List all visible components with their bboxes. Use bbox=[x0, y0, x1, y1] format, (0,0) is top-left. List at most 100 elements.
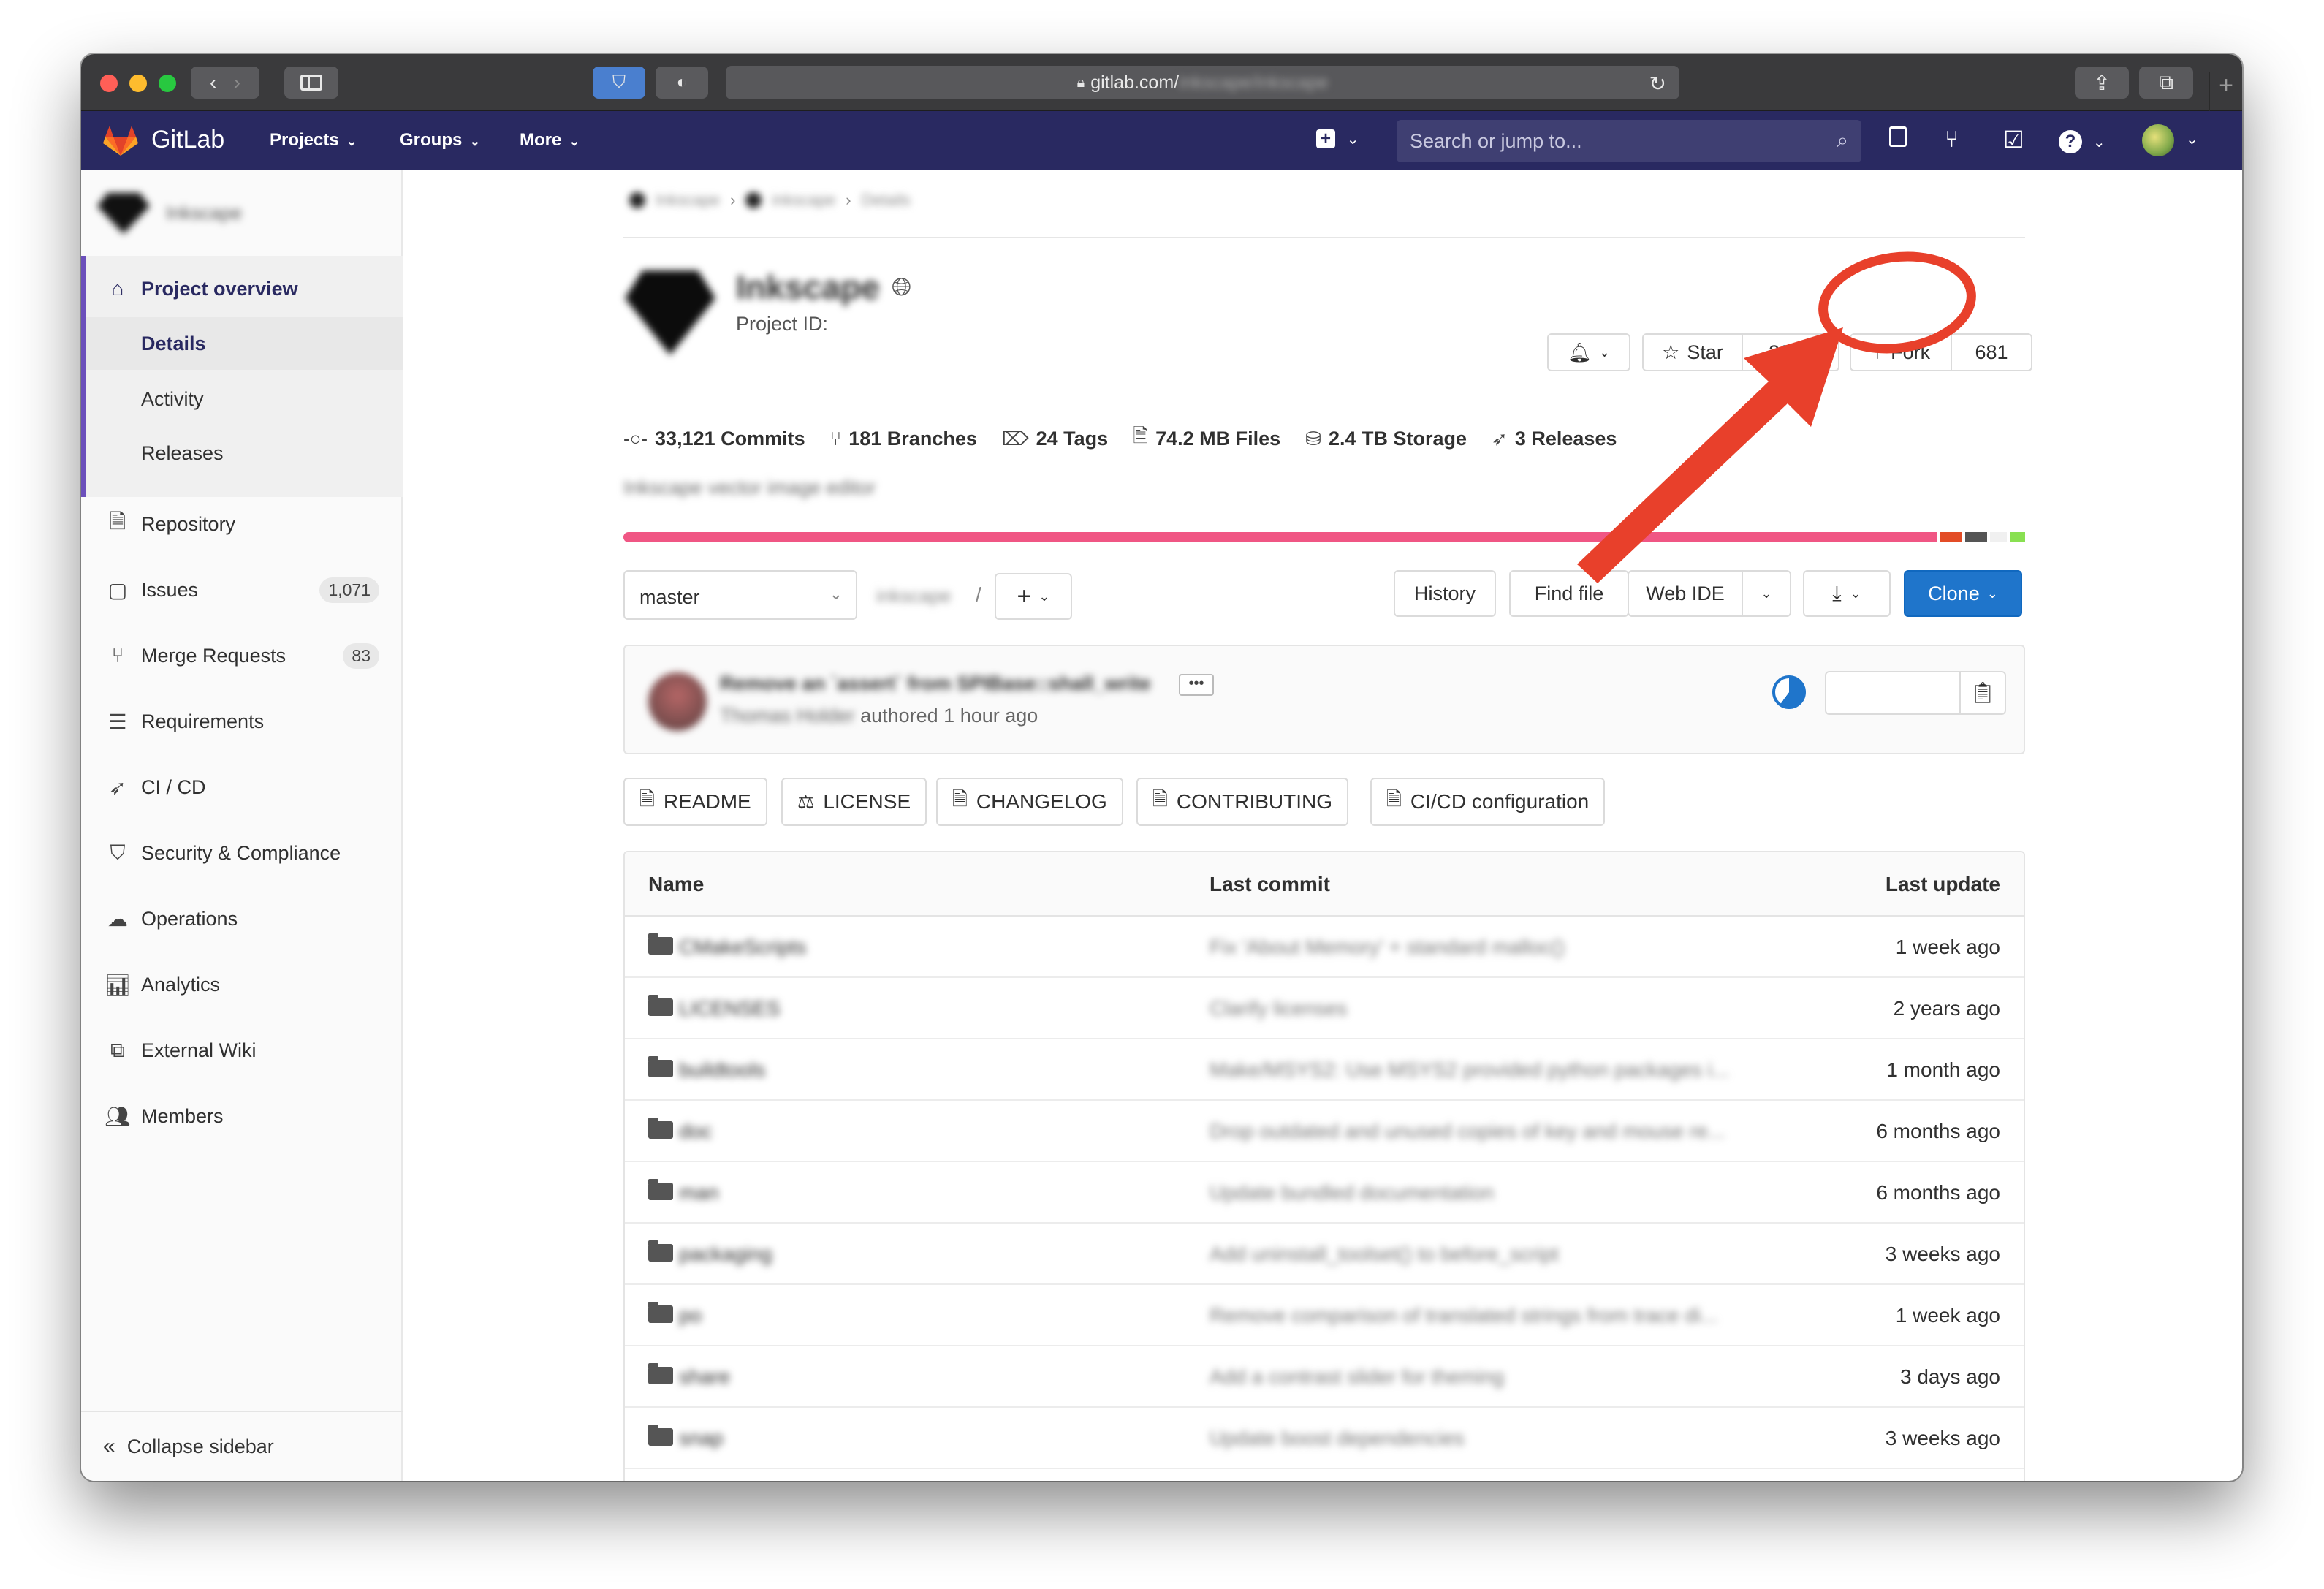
language-bar-segment[interactable] bbox=[1990, 532, 2008, 542]
pipeline-status-icon[interactable] bbox=[1772, 675, 1806, 709]
share-button[interactable]: ⇪ bbox=[2075, 67, 2129, 99]
language-bar-segment[interactable] bbox=[1940, 532, 1962, 542]
language-bar-segment[interactable] bbox=[2010, 532, 2025, 542]
sidebar-toggle-button[interactable] bbox=[284, 67, 338, 99]
sidebar-item-requirements[interactable]: ☰ Requirements bbox=[81, 696, 403, 747]
contributing-button[interactable]: 🗎︎ CONTRIBUTING bbox=[1136, 778, 1349, 826]
commit-author-name[interactable]: Thomas Holder bbox=[720, 705, 855, 727]
web-ide-button[interactable]: Web IDE bbox=[1629, 572, 1742, 615]
sidebar-item-operations[interactable]: ☁ Operations bbox=[81, 893, 403, 944]
new-item-dropdown[interactable]: + ⌄ bbox=[1316, 126, 1359, 149]
last-commit-link[interactable]: Clarify licenses bbox=[1210, 997, 1347, 1020]
file-name-link[interactable]: po bbox=[679, 1304, 702, 1327]
table-row[interactable]: share Add a contrast slider for theming 3 … bbox=[625, 1346, 2024, 1408]
file-name-link[interactable]: share bbox=[679, 1365, 730, 1389]
minimize-window-button[interactable] bbox=[129, 75, 147, 92]
file-name-link[interactable]: doc bbox=[679, 1120, 712, 1143]
last-commit-link[interactable]: Update bundled documentation bbox=[1210, 1181, 1494, 1205]
commit-title[interactable]: Remove an `assert` from SPIBase::shall_w… bbox=[720, 672, 1151, 695]
stat-branches[interactable]: ⑂ 181 Branches bbox=[830, 428, 977, 450]
history-button[interactable]: History bbox=[1394, 570, 1496, 617]
help-dropdown[interactable]: ? ⌄ bbox=[2059, 126, 2105, 153]
todos-icon[interactable]: ☑ bbox=[2003, 126, 2024, 153]
zoom-window-button[interactable] bbox=[159, 75, 176, 92]
file-name-link[interactable]: packaging bbox=[679, 1243, 772, 1266]
web-ide-dropdown[interactable]: ⌄ bbox=[1742, 572, 1790, 615]
commit-author-avatar[interactable] bbox=[648, 672, 707, 731]
last-commit-link[interactable]: Add a contrast slider for theming bbox=[1210, 1365, 1504, 1389]
last-commit-link[interactable]: Make/MSYS2: Use MSYS2 provided python pa… bbox=[1210, 1058, 1729, 1082]
table-row[interactable]: man Update bundled documentation 6 months … bbox=[625, 1162, 2024, 1224]
file-name-link[interactable]: snap bbox=[679, 1427, 724, 1450]
tabs-button[interactable]: ⧉ bbox=[2139, 67, 2193, 99]
sidebar-item-ci-cd[interactable]: ➶ CI / CD bbox=[81, 762, 403, 813]
language-bar[interactable] bbox=[623, 532, 2025, 542]
sidebar-item-merge-requests[interactable]: ⑂ Merge Requests 83 bbox=[81, 630, 403, 681]
nav-groups-dropdown[interactable]: Groups ⌄ bbox=[400, 130, 480, 151]
readme-button[interactable]: 🗎︎ README bbox=[623, 778, 767, 826]
repo-path[interactable]: inkscape bbox=[876, 585, 952, 607]
star-button[interactable]: ☆ Star bbox=[1644, 335, 1742, 370]
reload-icon[interactable]: ↻ bbox=[1649, 72, 1666, 96]
add-to-tree-dropdown[interactable]: + ⌄ bbox=[995, 573, 1072, 620]
web-ide-button-group[interactable]: Web IDE ⌄ bbox=[1628, 570, 1791, 617]
file-name-link[interactable]: LICENSES bbox=[679, 997, 781, 1020]
license-button[interactable]: ⚖ LICENSE bbox=[781, 778, 927, 826]
language-bar-segment[interactable] bbox=[1964, 532, 1988, 542]
sidebar-subitem-releases[interactable]: Releases bbox=[86, 427, 403, 479]
search-input[interactable]: Search or jump to... ⌕ bbox=[1397, 120, 1861, 162]
file-name-link[interactable]: man bbox=[679, 1181, 718, 1205]
nav-more-dropdown[interactable]: More ⌄ bbox=[520, 130, 580, 151]
url-bar[interactable]: 🔒︎ gitlab.com/ inkscape/inkscape ↻ bbox=[726, 66, 1679, 99]
file-name-link[interactable]: CMakeScripts bbox=[679, 936, 806, 959]
last-commit-link[interactable]: Update boost dependencies bbox=[1210, 1427, 1465, 1450]
commit-sha-field[interactable]: 📋︎ bbox=[1825, 671, 2006, 715]
table-row[interactable]: buildtools Make/MSYS2: Use MSYS2 provided… bbox=[625, 1039, 2024, 1101]
breadcrumb-item[interactable]: Inkscape bbox=[656, 191, 720, 210]
chevron-down-icon[interactable]: ⌄ bbox=[2186, 130, 2198, 148]
ci-cd-configuration-button[interactable]: 🗎︎ CI/CD configuration bbox=[1370, 778, 1606, 826]
issues-icon[interactable] bbox=[1889, 126, 1907, 153]
star-button-group[interactable]: ☆ Star 2035 bbox=[1642, 333, 1839, 371]
forward-icon[interactable]: › bbox=[234, 71, 240, 94]
notification-dropdown[interactable]: 🔔︎ ⌄ bbox=[1547, 333, 1630, 371]
gitlab-wordmark[interactable]: GitLab bbox=[151, 126, 224, 154]
merge-requests-icon[interactable]: ⑂ bbox=[1945, 126, 1959, 153]
last-commit-link[interactable]: Add uninstall_toolset() to before_script bbox=[1210, 1243, 1559, 1266]
table-row[interactable]: packaging Add uninstall_toolset() to befo… bbox=[625, 1224, 2024, 1285]
language-bar-segment[interactable] bbox=[623, 532, 1937, 542]
stat-releases[interactable]: ➶ 3 Releases bbox=[1492, 428, 1617, 450]
sidebar-item-project-overview[interactable]: ⌂ Project overview bbox=[86, 263, 407, 314]
fork-button[interactable]: ⑂ Fork bbox=[1851, 335, 1951, 370]
collapse-sidebar-button[interactable]: « Collapse sidebar bbox=[81, 1411, 403, 1481]
table-row[interactable]: LICENSES Clarify licenses 2 years ago bbox=[625, 978, 2024, 1039]
sidebar-subitem-activity[interactable]: Activity bbox=[86, 373, 403, 425]
user-avatar[interactable] bbox=[2142, 124, 2174, 156]
sidebar-item-analytics[interactable]: 📊︎ Analytics bbox=[81, 959, 403, 1010]
breadcrumb-item[interactable]: inkscape bbox=[772, 191, 835, 210]
gitlab-logo-icon[interactable] bbox=[103, 124, 138, 156]
breadcrumb-item[interactable]: Details bbox=[862, 191, 911, 210]
download-dropdown[interactable]: ⤓ ⌄ bbox=[1803, 570, 1891, 617]
privacy-button[interactable]: ◐ bbox=[656, 67, 708, 99]
last-commit-link[interactable]: Fix 'About Memory' + standard malloc() bbox=[1210, 936, 1565, 959]
table-row[interactable]: doc Drop outdated and unused copies of ke… bbox=[625, 1101, 2024, 1162]
clone-dropdown[interactable]: Clone ⌄ bbox=[1904, 570, 2022, 617]
sidebar-item-members[interactable]: 👥︎ Members bbox=[81, 1091, 403, 1142]
expand-commit-message-button[interactable]: ••• bbox=[1179, 674, 1214, 696]
sidebar-item-security-compliance[interactable]: ⛉ Security & Compliance bbox=[81, 827, 403, 879]
table-row[interactable]: snap Update boost dependencies 3 weeks ago bbox=[625, 1408, 2024, 1469]
sidebar-subitem-details[interactable]: Details bbox=[86, 317, 403, 370]
table-row[interactable]: CMakeScripts Fix 'About Memory' + standar… bbox=[625, 917, 2024, 978]
stat-commits[interactable]: -○- 33,121 Commits bbox=[623, 428, 805, 450]
stat-storage[interactable]: ⛁ 2.4 TB Storage bbox=[1305, 428, 1467, 450]
table-row[interactable]: po Remove comparison of translated string… bbox=[625, 1285, 2024, 1346]
back-icon[interactable]: ‹ bbox=[210, 71, 216, 94]
nav-projects-dropdown[interactable]: Projects ⌄ bbox=[270, 130, 357, 151]
file-name-link[interactable]: buildtools bbox=[679, 1058, 765, 1082]
stat-tags[interactable]: ⌦ 24 Tags bbox=[1002, 428, 1108, 450]
extension-button[interactable]: ⛉ bbox=[593, 67, 645, 99]
back-forward-buttons[interactable]: ‹ › bbox=[191, 67, 259, 99]
copy-sha-button[interactable]: 📋︎ bbox=[1959, 672, 2005, 713]
stat-files[interactable]: 🗎︎ 74.2 MB Files bbox=[1133, 422, 1280, 455]
